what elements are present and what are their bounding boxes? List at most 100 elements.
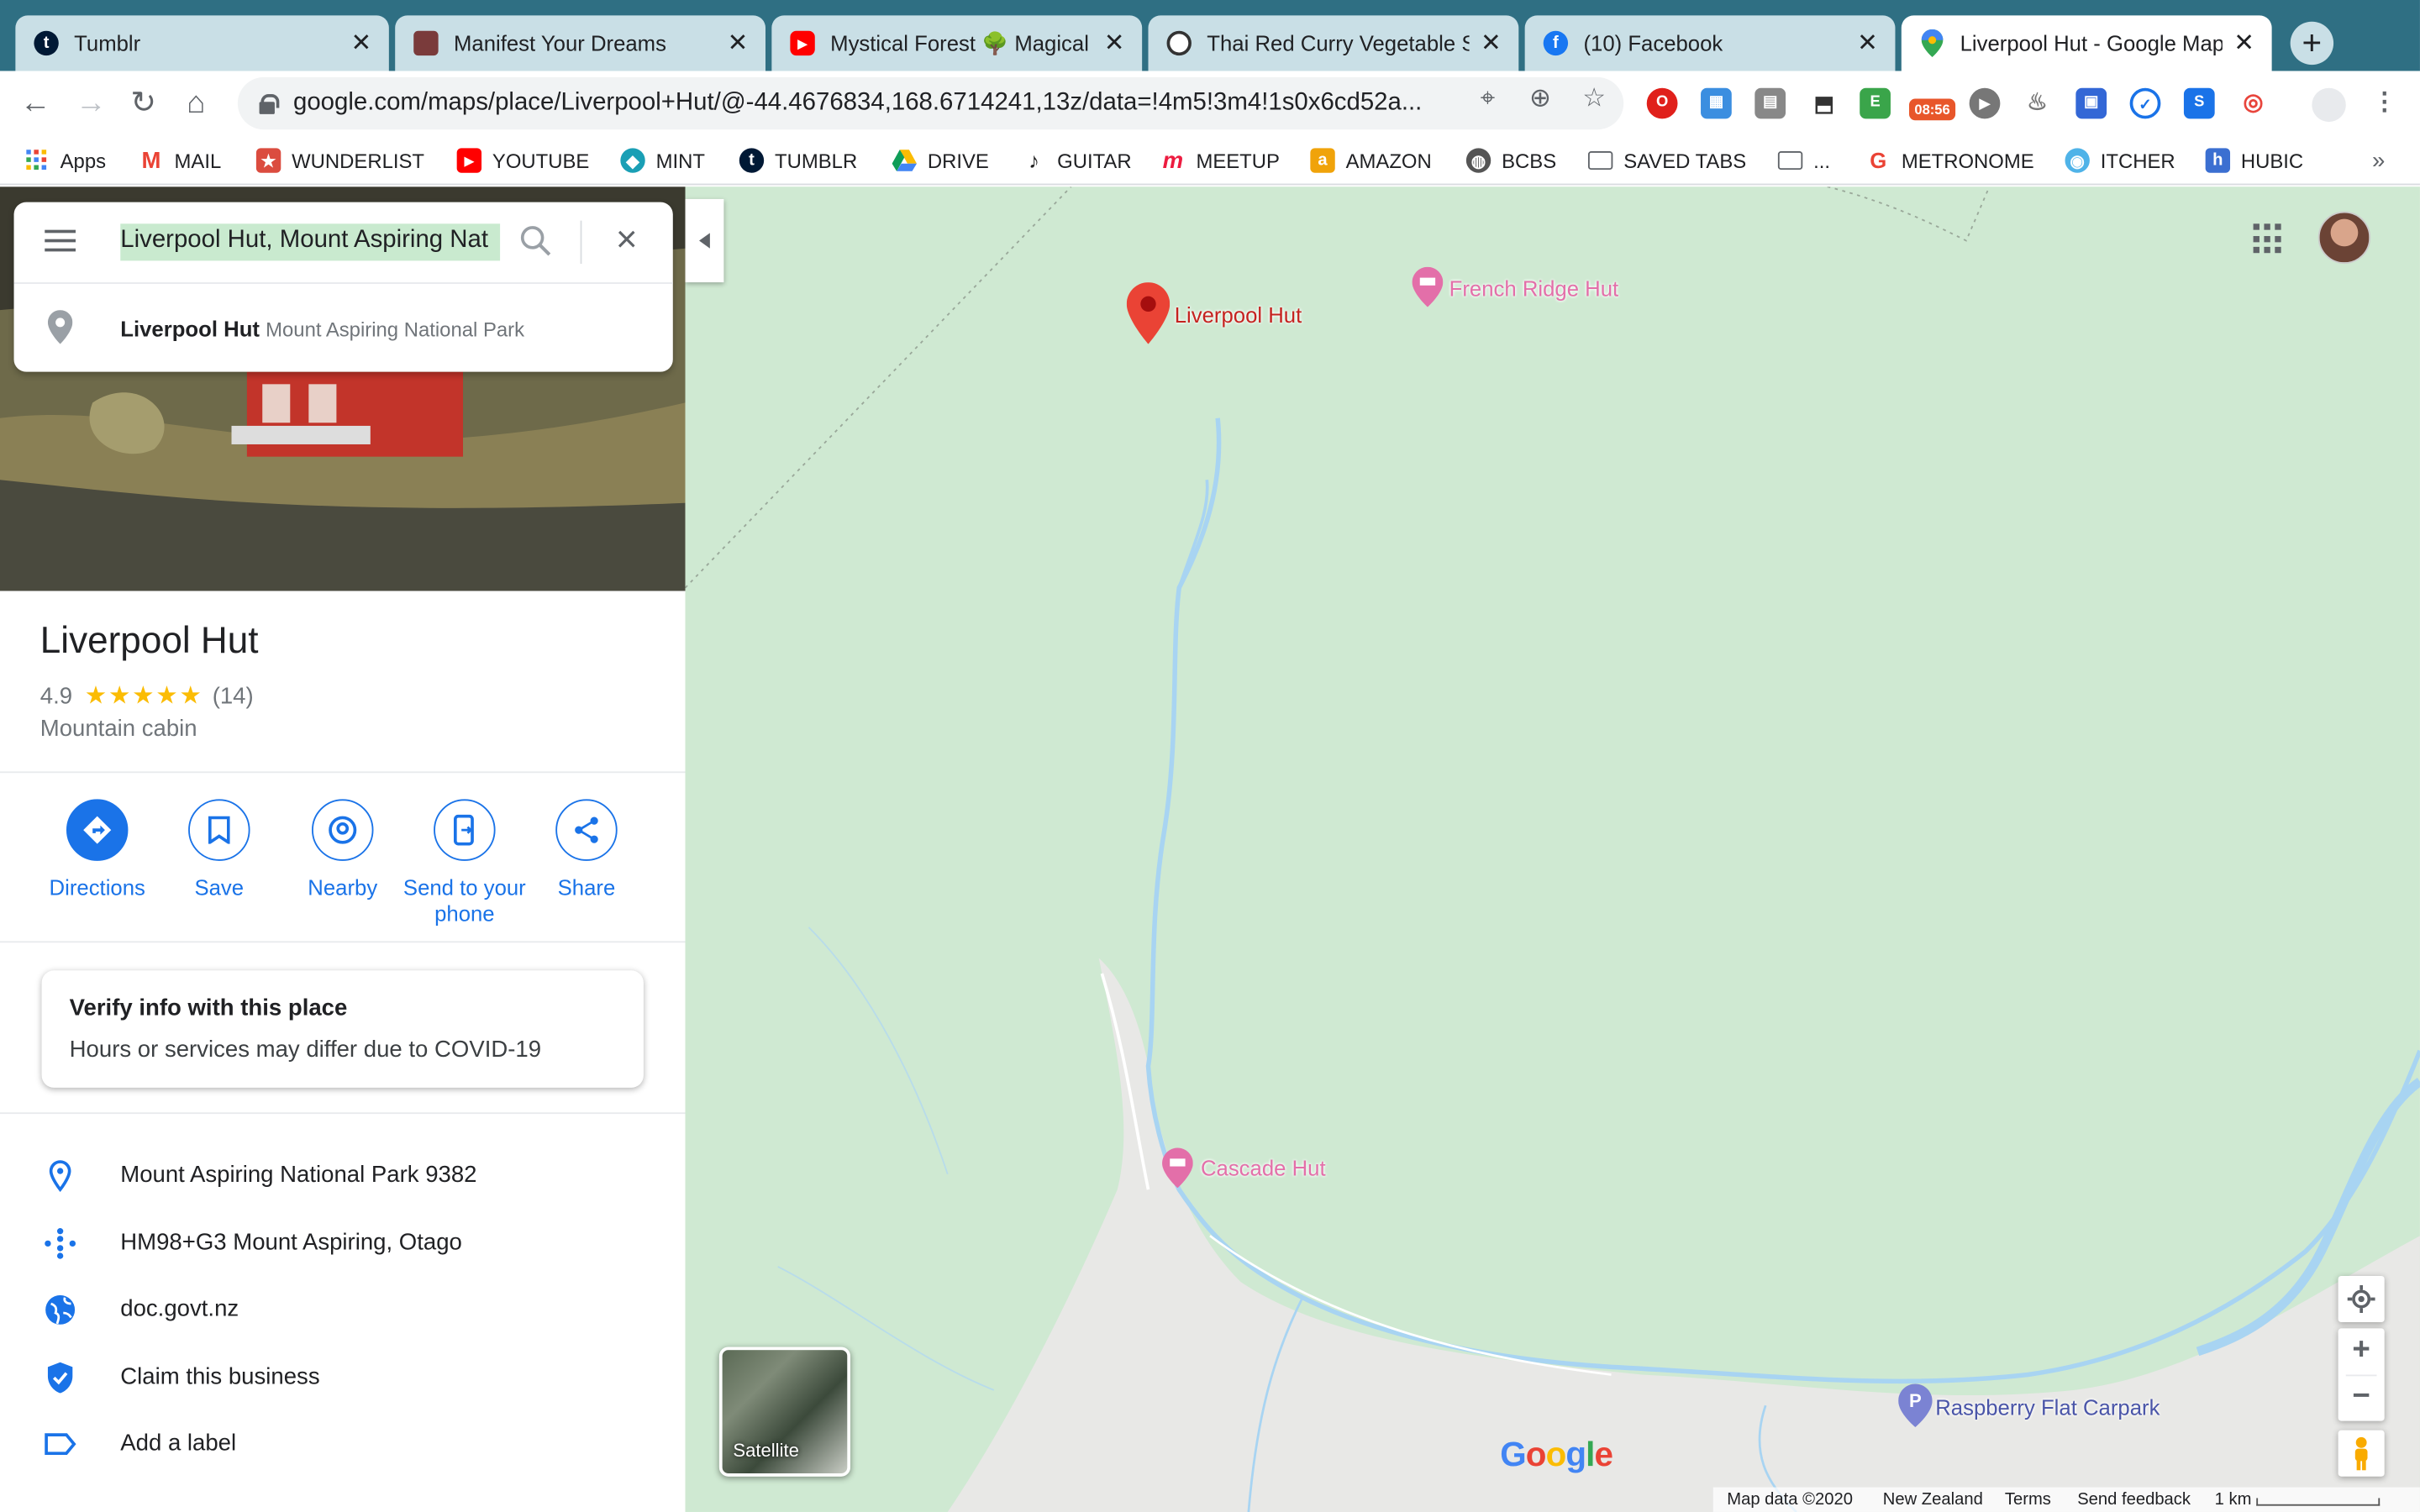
save-button[interactable]: Save [157, 799, 281, 900]
bookmark-hubic[interactable]: h HUBIC [2205, 145, 2303, 176]
amazon-icon: a [1310, 148, 1335, 173]
zoom-out-button[interactable]: − [2338, 1376, 2385, 1420]
sync-extension-icon[interactable]: S [2183, 87, 2215, 119]
bookmark-icon [188, 799, 250, 861]
tab-google-maps[interactable]: Liverpool Hut - Google Maps ✕ [1901, 15, 2272, 71]
map-label-french-ridge-hut[interactable]: French Ridge Hut [1449, 276, 1619, 301]
bookmark-folder[interactable]: ... [1777, 145, 1830, 176]
inbox-extension-icon[interactable]: ⬒ [1809, 88, 1840, 119]
play-extension-icon[interactable]: ▶ [1969, 87, 2001, 119]
address-bar[interactable]: google.com/maps/place/Liverpool+Hut/@-44… [237, 76, 1624, 130]
hamburger-menu-icon[interactable] [45, 229, 76, 255]
satellite-toggle-button[interactable]: Satellite [718, 1347, 851, 1477]
search-input[interactable]: Liverpool Hut, Mount Aspiring Nat [120, 223, 501, 261]
tab-tumblr[interactable]: t Tumblr ✕ [15, 15, 389, 71]
bookmark-mint[interactable]: ◆ MINT [620, 145, 705, 176]
send-to-phone-button[interactable]: Send to your phone [402, 799, 526, 927]
reload-button[interactable]: ↻ [124, 83, 164, 123]
evernote-extension-icon[interactable]: E [1860, 87, 1891, 119]
directions-icon [66, 799, 129, 861]
zoom-icon[interactable]: ⊕ [1525, 83, 1556, 114]
todoist-check-icon[interactable]: ✓ [2129, 87, 2161, 119]
claim-business-row[interactable]: Claim this business [0, 1355, 685, 1401]
place-category[interactable]: Mountain cabin [40, 716, 197, 742]
bookmark-bcbs[interactable]: ◍ BCBS [1465, 145, 1556, 176]
new-tab-button[interactable]: + [2290, 21, 2334, 66]
bookmark-meetup[interactable]: m MEETUP [1160, 145, 1280, 176]
google-apps-icon[interactable] [2253, 223, 2285, 255]
google-logo: Google [1500, 1435, 1613, 1474]
share-button[interactable]: Share [524, 799, 648, 900]
close-tab-icon[interactable]: ✕ [2232, 28, 2256, 59]
scale-label[interactable]: 1 km [2215, 1490, 2252, 1509]
tab-facebook[interactable]: f (10) Facebook ✕ [1524, 15, 1896, 71]
home-button[interactable]: ⌂ [176, 83, 216, 123]
street-view-pegman[interactable] [2338, 1430, 2385, 1477]
hut-marker-icon[interactable] [1412, 266, 1444, 307]
bookmark-youtube[interactable]: ▶ YOUTUBE [456, 145, 589, 176]
zoom-in-button[interactable]: + [2338, 1328, 2385, 1374]
bookmark-amazon[interactable]: a AMAZON [1310, 145, 1432, 176]
close-tab-icon[interactable]: ✕ [1102, 28, 1126, 59]
location-icon[interactable]: ⌖ [1472, 83, 1503, 114]
my-location-button[interactable] [2338, 1275, 2385, 1323]
directions-button[interactable]: Directions [35, 799, 159, 900]
tab-youtube[interactable]: ▶ Mystical Forest 🌳 Magical E ✕ [771, 15, 1143, 71]
selected-place-pin-icon[interactable] [1126, 282, 1171, 344]
folder-icon [1587, 150, 1613, 171]
review-count-link[interactable]: (14) [213, 683, 254, 709]
account-avatar[interactable] [2317, 211, 2371, 265]
collapse-panel-button[interactable] [685, 198, 724, 283]
bookmark-tumblr[interactable]: t TUMBLR [739, 145, 857, 176]
timer-badge[interactable]: 08:56 [1908, 98, 1956, 121]
website-link[interactable]: doc.govt.nz [120, 1296, 239, 1322]
bookmark-mail[interactable]: M MAIL [139, 145, 222, 176]
map-region[interactable]: New Zealand [1883, 1490, 1983, 1509]
bookmark-saved-tabs[interactable]: SAVED TABS [1587, 145, 1746, 176]
save-label: Save [194, 874, 245, 900]
back-button[interactable]: ← [15, 83, 55, 123]
address-row[interactable]: Mount Aspiring National Park 9382 [0, 1152, 685, 1199]
bookmark-metronome[interactable]: G METRONOME [1866, 145, 2033, 176]
lastpass-extension-icon[interactable]: ◎ [2238, 87, 2269, 119]
bookmark-guitar[interactable]: ♪ GUITAR [1022, 145, 1131, 176]
kebab-menu-icon[interactable]: ⋮ [2369, 88, 2400, 119]
terms-link[interactable]: Terms [2005, 1490, 2051, 1509]
flame-extension-icon[interactable]: ♨ [2022, 88, 2053, 119]
nearby-button[interactable]: Nearby [281, 799, 404, 900]
bookmark-wunderlist[interactable]: ★ WUNDERLIST [255, 145, 424, 176]
parking-marker-icon[interactable]: P [1898, 1383, 1933, 1427]
bookmark-label: ITCHER [2100, 149, 2175, 172]
add-label-row[interactable]: Add a label [0, 1421, 685, 1467]
website-row[interactable]: doc.govt.nz [0, 1287, 685, 1333]
profile-icon[interactable] [2312, 87, 2346, 123]
clear-search-icon[interactable]: × [609, 222, 643, 259]
close-tab-icon[interactable]: ✕ [1855, 28, 1880, 59]
reader-extension-icon[interactable]: ▣ [2075, 87, 2107, 119]
bookmark-star-icon[interactable]: ☆ [1579, 83, 1610, 114]
verify-info-card[interactable]: Verify info with this place Hours or ser… [41, 970, 644, 1088]
opera-extension-icon[interactable]: O [1646, 87, 1678, 119]
send-feedback-link[interactable]: Send feedback [2077, 1490, 2191, 1509]
bookmark-itcher[interactable]: ◉ ITCHER [2065, 145, 2175, 176]
map-label-liverpool-hut[interactable]: Liverpool Hut [1175, 302, 1302, 327]
map-label-raspberry-flat-carpark[interactable]: Raspberry Flat Carpark [1935, 1394, 2160, 1419]
map-label-cascade-hut[interactable]: Cascade Hut [1201, 1156, 1326, 1180]
bookmark-apps[interactable]: Apps [24, 145, 106, 176]
facebook-icon: f [1543, 30, 1569, 56]
close-tab-icon[interactable]: ✕ [1479, 28, 1503, 59]
search-icon[interactable] [518, 223, 552, 257]
hut-marker-icon[interactable] [1162, 1147, 1193, 1189]
window-extension-icon[interactable]: ▦ [1701, 87, 1732, 119]
tab-manifest[interactable]: Manifest Your Dreams ✕ [395, 15, 766, 71]
forward-button[interactable]: → [71, 83, 111, 123]
chart-extension-icon[interactable]: ▤ [1754, 87, 1786, 119]
bookmark-drive[interactable]: DRIVE [892, 145, 989, 176]
tab-thai-curry[interactable]: Thai Red Curry Vegetable So ✕ [1148, 15, 1519, 71]
plus-code-row[interactable]: HM98+G3 Mount Aspiring, Otago [0, 1221, 685, 1267]
search-suggestion[interactable]: Liverpool Hut Mount Aspiring National Pa… [14, 295, 673, 363]
map-canvas[interactable]: Liverpool Hut French Ridge Hut Cascade H… [685, 186, 2420, 1512]
close-tab-icon[interactable]: ✕ [725, 28, 750, 59]
bookmarks-overflow-button[interactable]: » [2372, 145, 2385, 176]
close-tab-icon[interactable]: ✕ [349, 28, 373, 59]
